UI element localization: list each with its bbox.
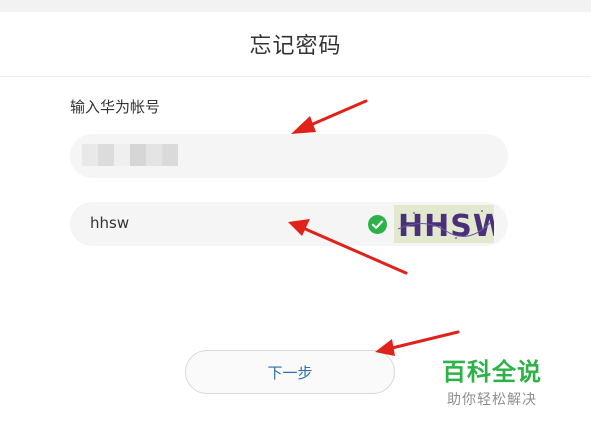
- watermark-subtitle: 助你轻松解决: [447, 392, 537, 408]
- watermark: 百科全说 助你轻松解决: [434, 352, 550, 409]
- watermark-title: 百科全说: [442, 358, 542, 386]
